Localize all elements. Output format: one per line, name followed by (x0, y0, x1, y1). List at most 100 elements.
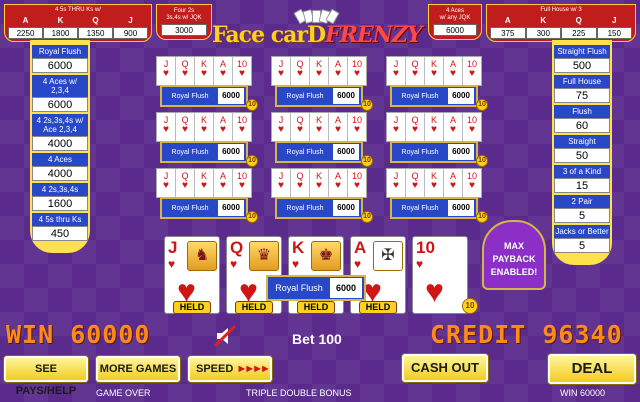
mini-card: A ♥ (329, 169, 348, 197)
result-label: Royal Flush (275, 283, 323, 293)
mini-card: K ♥ (425, 169, 444, 197)
extra-hand-result: Royal Flush 6000 (160, 85, 248, 107)
mini-card: Q ♥ (176, 57, 195, 85)
bonus-box-4-aces: 4 Aces w/ any JQK 6000 (428, 4, 482, 40)
paytable-label: 2 Pair (554, 195, 610, 208)
mini-card: J ♥ (272, 113, 291, 141)
extra-hand-result: Royal Flush 6000 (390, 141, 478, 163)
bonus-box-full-house: Full House w/ 3 A 375 K 300 Q 225 J 150 (486, 4, 636, 42)
bonus-value-k: 300 (525, 27, 561, 39)
paytable-label: Jacks or Better (554, 225, 610, 238)
mini-card: A ♥ (329, 113, 348, 141)
mini-card: Q ♥ (291, 57, 310, 85)
heart-icon: ♥ (230, 257, 238, 271)
more-games-button[interactable]: MORE GAMES (96, 356, 180, 382)
extra-hand-result: Royal Flush 6000 (160, 197, 248, 219)
extra-hand-cards: J ♥ Q ♥ K ♥ A ♥ 10 ♥ (156, 112, 252, 142)
extra-hand: J ♥ Q ♥ K ♥ A ♥ 10 ♥ Royal Flush 6000 10 (386, 168, 488, 223)
max-payback-line2: PAYBACK (492, 254, 536, 264)
mini-card: A ♥ (214, 57, 233, 85)
mini-card: J ♥ (157, 169, 176, 197)
held-badge: HELD (297, 301, 335, 314)
paytable-label: 4 5s thru Ks (32, 213, 88, 226)
mini-card: Q ♥ (291, 169, 310, 197)
paytable-row: Royal Flush 6000 (32, 45, 88, 73)
paytable-row: Full House 75 (554, 75, 610, 103)
result-value: 6000 (330, 278, 362, 298)
result-label: Royal Flush (286, 148, 324, 156)
mini-card: A ♥ (444, 169, 463, 197)
extra-hand-result: Royal Flush 6000 (160, 141, 248, 163)
cash-out-button[interactable]: CASH OUT (402, 354, 488, 382)
mini-card: Q ♥ (406, 113, 425, 141)
bonus-header-k: K (43, 15, 78, 27)
held-badge: HELD (173, 301, 211, 314)
extra-hand-cards: J ♥ Q ♥ K ♥ A ♥ 10 ♥ (386, 56, 482, 86)
mini-card: K ♥ (195, 113, 214, 141)
game-logo: Face carDFRENZY (212, 8, 423, 54)
paytable-label: 4 2s,3s,4s (32, 183, 88, 196)
card-rank: J (168, 238, 178, 257)
max-payback-badge: MAX PAYBACK ENABLED! (482, 220, 546, 290)
main-card-5[interactable]: 10 ♥ ♥ (412, 236, 468, 314)
result-value: 6000 (333, 144, 359, 160)
speed-button[interactable]: SPEED ►►►► (188, 356, 272, 382)
bonus-title-line1: Four 2s (173, 8, 195, 14)
extra-hand-result: Royal Flush 6000 (390, 85, 478, 107)
heart-icon: ♥ (354, 257, 362, 271)
paytable-row: 2 Pair 5 (554, 195, 610, 223)
bonus-title-line2: w/ any JQK (439, 15, 471, 21)
paytable-row: Jacks or Better 5 (554, 225, 610, 253)
speed-arrows-icon: ►►►► (236, 363, 271, 375)
paytable-label: Flush (554, 105, 610, 118)
mini-card: Q ♥ (406, 169, 425, 197)
coin-icon: 10 (476, 99, 488, 111)
paytable-row: 4 2s,3s,4s w/ Ace 2,3,4 4000 (32, 114, 88, 151)
paytable-label: Straight (554, 135, 610, 148)
extra-hand-cards: J ♥ Q ♥ K ♥ A ♥ 10 ♥ (156, 56, 252, 86)
paytable-value: 15 (554, 178, 610, 193)
paytable-row: 4 Aces 4000 (32, 153, 88, 181)
extra-hand-result: Royal Flush 6000 (275, 141, 363, 163)
bonus-title-line2: 3s,4s w/ JQK (166, 15, 202, 21)
queen-portrait-icon: ♛ (249, 241, 279, 271)
bonus-box-5s-thru-ks: 4 5s THRU Ks w/ A 2250 K 1800 Q 1350 J 900 (4, 4, 152, 42)
extra-hand-result: Royal Flush 6000 (390, 197, 478, 219)
mini-card: Q ♥ (176, 169, 195, 197)
max-payback-line1: MAX (504, 241, 524, 251)
main-card-1[interactable]: J ♥ ♞ ♥ HELD (164, 236, 220, 314)
paytable-row: 4 2s,3s,4s 1600 (32, 183, 88, 211)
extra-hand: J ♥ Q ♥ K ♥ A ♥ 10 ♥ Royal Flush 6000 10 (386, 56, 488, 111)
extra-hand-result: Royal Flush 6000 (275, 85, 363, 107)
bonus-value-k: 1800 (43, 27, 78, 39)
deal-button[interactable]: DEAL (548, 354, 636, 384)
extra-hand: J ♥ Q ♥ K ♥ A ♥ 10 ♥ Royal Flush 6000 10 (271, 112, 373, 167)
mini-card: A ♥ (329, 57, 348, 85)
mini-card: K ♥ (425, 57, 444, 85)
mini-card: J ♥ (387, 113, 406, 141)
result-value: 6000 (448, 144, 474, 160)
mini-card: Q ♥ (406, 57, 425, 85)
bonus-title: Full House w/ 3 (540, 7, 582, 13)
mini-card: K ♥ (195, 57, 214, 85)
coin-icon: 10 (361, 155, 373, 167)
bonus-value-q: 225 (561, 27, 597, 39)
game-variant-name: TRIPLE DOUBLE BONUS (246, 388, 352, 398)
result-label: Royal Flush (401, 148, 439, 156)
card-rank: A (354, 238, 367, 257)
mini-card: J ♥ (272, 57, 291, 85)
card-rank: K (292, 238, 305, 257)
coin-icon: 10 (476, 155, 488, 167)
result-label: Royal Flush (286, 204, 324, 212)
held-badge: HELD (235, 301, 273, 314)
mini-card: J ♥ (272, 169, 291, 197)
mute-icon[interactable] (213, 324, 237, 348)
main-hand-result: Royal Flush 6000 (266, 275, 366, 301)
bonus-header-q: Q (561, 15, 597, 27)
heart-icon: ♥ (168, 257, 176, 271)
paytable-value: 50 (554, 148, 610, 163)
paytable-row: Straight 50 (554, 135, 610, 163)
bonus-value: 6000 (433, 24, 477, 36)
mini-card: 10 ♥ (236, 171, 247, 191)
see-pays-help-button[interactable]: SEE PAYS/HELP (4, 356, 88, 397)
